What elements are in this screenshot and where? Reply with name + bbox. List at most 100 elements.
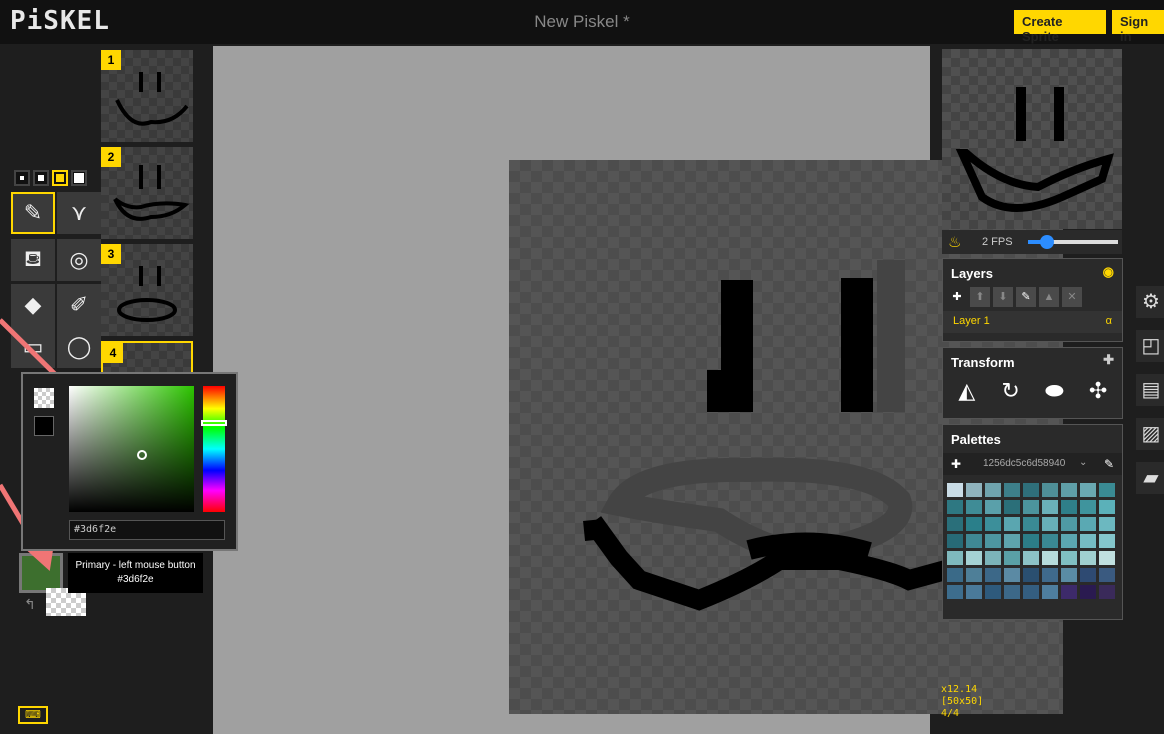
merge-layer-icon[interactable]: ▲ xyxy=(1039,287,1059,307)
palette-swatch[interactable] xyxy=(966,517,982,531)
palette-swatch[interactable] xyxy=(1023,585,1039,599)
palette-swatch[interactable] xyxy=(1042,551,1058,565)
palette-swatch[interactable] xyxy=(1023,568,1039,582)
edit-palette-icon[interactable]: ✎ xyxy=(1104,457,1114,471)
save-icon[interactable]: ▤ xyxy=(1136,374,1164,406)
fps-slider-handle[interactable] xyxy=(1040,235,1054,249)
palette-swatch[interactable] xyxy=(1099,517,1115,531)
add-palette-icon[interactable]: ✚ xyxy=(951,457,961,471)
palette-swatch[interactable] xyxy=(1004,551,1020,565)
transparent-swatch[interactable] xyxy=(34,388,54,408)
palette-swatch[interactable] xyxy=(966,483,982,497)
palette-swatch[interactable] xyxy=(1099,534,1115,548)
add-transform-icon[interactable]: ✚ xyxy=(1103,352,1114,368)
palette-swatch[interactable] xyxy=(1023,483,1039,497)
hex-input[interactable]: #3d6f2e xyxy=(69,520,225,540)
palette-swatch[interactable] xyxy=(1042,483,1058,497)
rotate-icon[interactable]: ↻ xyxy=(991,378,1031,404)
delete-layer-icon[interactable]: ✕ xyxy=(1062,287,1082,307)
palette-swatch[interactable] xyxy=(966,500,982,514)
layer-item[interactable]: Layer 1 α xyxy=(943,311,1122,333)
palette-swatch[interactable] xyxy=(1042,517,1058,531)
center-icon[interactable]: ✣ xyxy=(1078,378,1118,404)
palette-swatch[interactable] xyxy=(985,500,1001,514)
palette-swatch[interactable] xyxy=(985,568,1001,582)
palette-swatch[interactable] xyxy=(1080,517,1096,531)
fps-label: 2 FPS xyxy=(982,236,1013,248)
palette-swatch[interactable] xyxy=(1080,551,1096,565)
color-cursor[interactable] xyxy=(137,450,147,460)
palette-swatch[interactable] xyxy=(1042,500,1058,514)
palette-swatch[interactable] xyxy=(1061,551,1077,565)
palette-swatch[interactable] xyxy=(947,568,963,582)
palette-select-row: ✚ 1256dc5c6d58940 ⌄ ✎ xyxy=(943,453,1122,475)
palette-swatch[interactable] xyxy=(947,500,963,514)
palette-swatch[interactable] xyxy=(1004,483,1020,497)
palette-swatch[interactable] xyxy=(985,585,1001,599)
palette-swatch[interactable] xyxy=(1080,568,1096,582)
palette-swatch[interactable] xyxy=(1061,500,1077,514)
palette-swatch[interactable] xyxy=(1023,517,1039,531)
palette-swatch[interactable] xyxy=(1099,585,1115,599)
palette-swatch[interactable] xyxy=(1061,568,1077,582)
palette-swatch[interactable] xyxy=(1099,483,1115,497)
export-icon[interactable]: ▨ xyxy=(1136,418,1164,450)
resize-icon[interactable]: ◰ xyxy=(1136,330,1164,362)
palette-swatch[interactable] xyxy=(1061,585,1077,599)
gear-icon[interactable]: ⚙ xyxy=(1136,286,1164,318)
palette-swatch[interactable] xyxy=(1042,568,1058,582)
clone-icon[interactable]: ⬬ xyxy=(1035,378,1075,404)
palette-swatch[interactable] xyxy=(985,483,1001,497)
palette-swatch[interactable] xyxy=(1042,534,1058,548)
palette-swatch[interactable] xyxy=(1099,500,1115,514)
palette-swatch[interactable] xyxy=(1004,517,1020,531)
move-layer-up-icon[interactable]: ⬆ xyxy=(970,287,990,307)
chevron-down-icon[interactable]: ⌄ xyxy=(1079,457,1087,468)
add-layer-icon[interactable]: ✚ xyxy=(947,287,967,307)
saturation-value-field[interactable] xyxy=(69,386,194,512)
palette-swatch[interactable] xyxy=(1099,551,1115,565)
layers-title: Layers ◉ xyxy=(943,259,1122,287)
onion-skin-icon[interactable]: ♨ xyxy=(948,233,961,251)
palette-swatch[interactable] xyxy=(985,517,1001,531)
fps-slider[interactable] xyxy=(1028,235,1118,249)
hue-slider[interactable] xyxy=(201,386,227,512)
folder-icon[interactable]: ▰ xyxy=(1136,462,1164,494)
palette-swatch[interactable] xyxy=(947,534,963,548)
palette-swatch[interactable] xyxy=(947,483,963,497)
palette-swatch[interactable] xyxy=(1061,483,1077,497)
eye-icon[interactable]: ◉ xyxy=(1103,264,1114,280)
palette-swatch[interactable] xyxy=(1061,517,1077,531)
palette-swatch[interactable] xyxy=(1004,534,1020,548)
palette-swatch[interactable] xyxy=(1004,585,1020,599)
palette-swatch[interactable] xyxy=(1023,534,1039,548)
flip-icon[interactable]: ◭ xyxy=(947,378,987,404)
palette-swatch[interactable] xyxy=(985,551,1001,565)
palettes-panel: Palettes ✚ 1256dc5c6d58940 ⌄ ✎ xyxy=(942,424,1123,620)
layer-opacity-symbol[interactable]: α xyxy=(1106,315,1112,327)
palette-swatch[interactable] xyxy=(966,551,982,565)
palette-swatch[interactable] xyxy=(1080,483,1096,497)
palette-swatch[interactable] xyxy=(947,585,963,599)
black-swatch[interactable] xyxy=(34,416,54,436)
palette-swatch[interactable] xyxy=(1004,500,1020,514)
palette-swatch[interactable] xyxy=(1080,585,1096,599)
palette-swatch[interactable] xyxy=(1080,500,1096,514)
hue-handle[interactable] xyxy=(201,420,227,426)
move-layer-down-icon[interactable]: ⬇ xyxy=(993,287,1013,307)
palette-swatch[interactable] xyxy=(947,517,963,531)
palette-swatch[interactable] xyxy=(985,534,1001,548)
palette-select[interactable]: 1256dc5c6d58940 xyxy=(983,458,1065,469)
rename-layer-icon[interactable]: ✎ xyxy=(1016,287,1036,307)
palette-swatch[interactable] xyxy=(947,551,963,565)
palette-swatch[interactable] xyxy=(966,534,982,548)
palette-swatch[interactable] xyxy=(1042,585,1058,599)
palette-swatch[interactable] xyxy=(1004,568,1020,582)
palette-swatch[interactable] xyxy=(966,568,982,582)
palette-swatch[interactable] xyxy=(1061,534,1077,548)
palette-swatch[interactable] xyxy=(1023,500,1039,514)
palette-swatch[interactable] xyxy=(966,585,982,599)
palette-swatch[interactable] xyxy=(1080,534,1096,548)
palette-swatch[interactable] xyxy=(1023,551,1039,565)
palette-swatch[interactable] xyxy=(1099,568,1115,582)
